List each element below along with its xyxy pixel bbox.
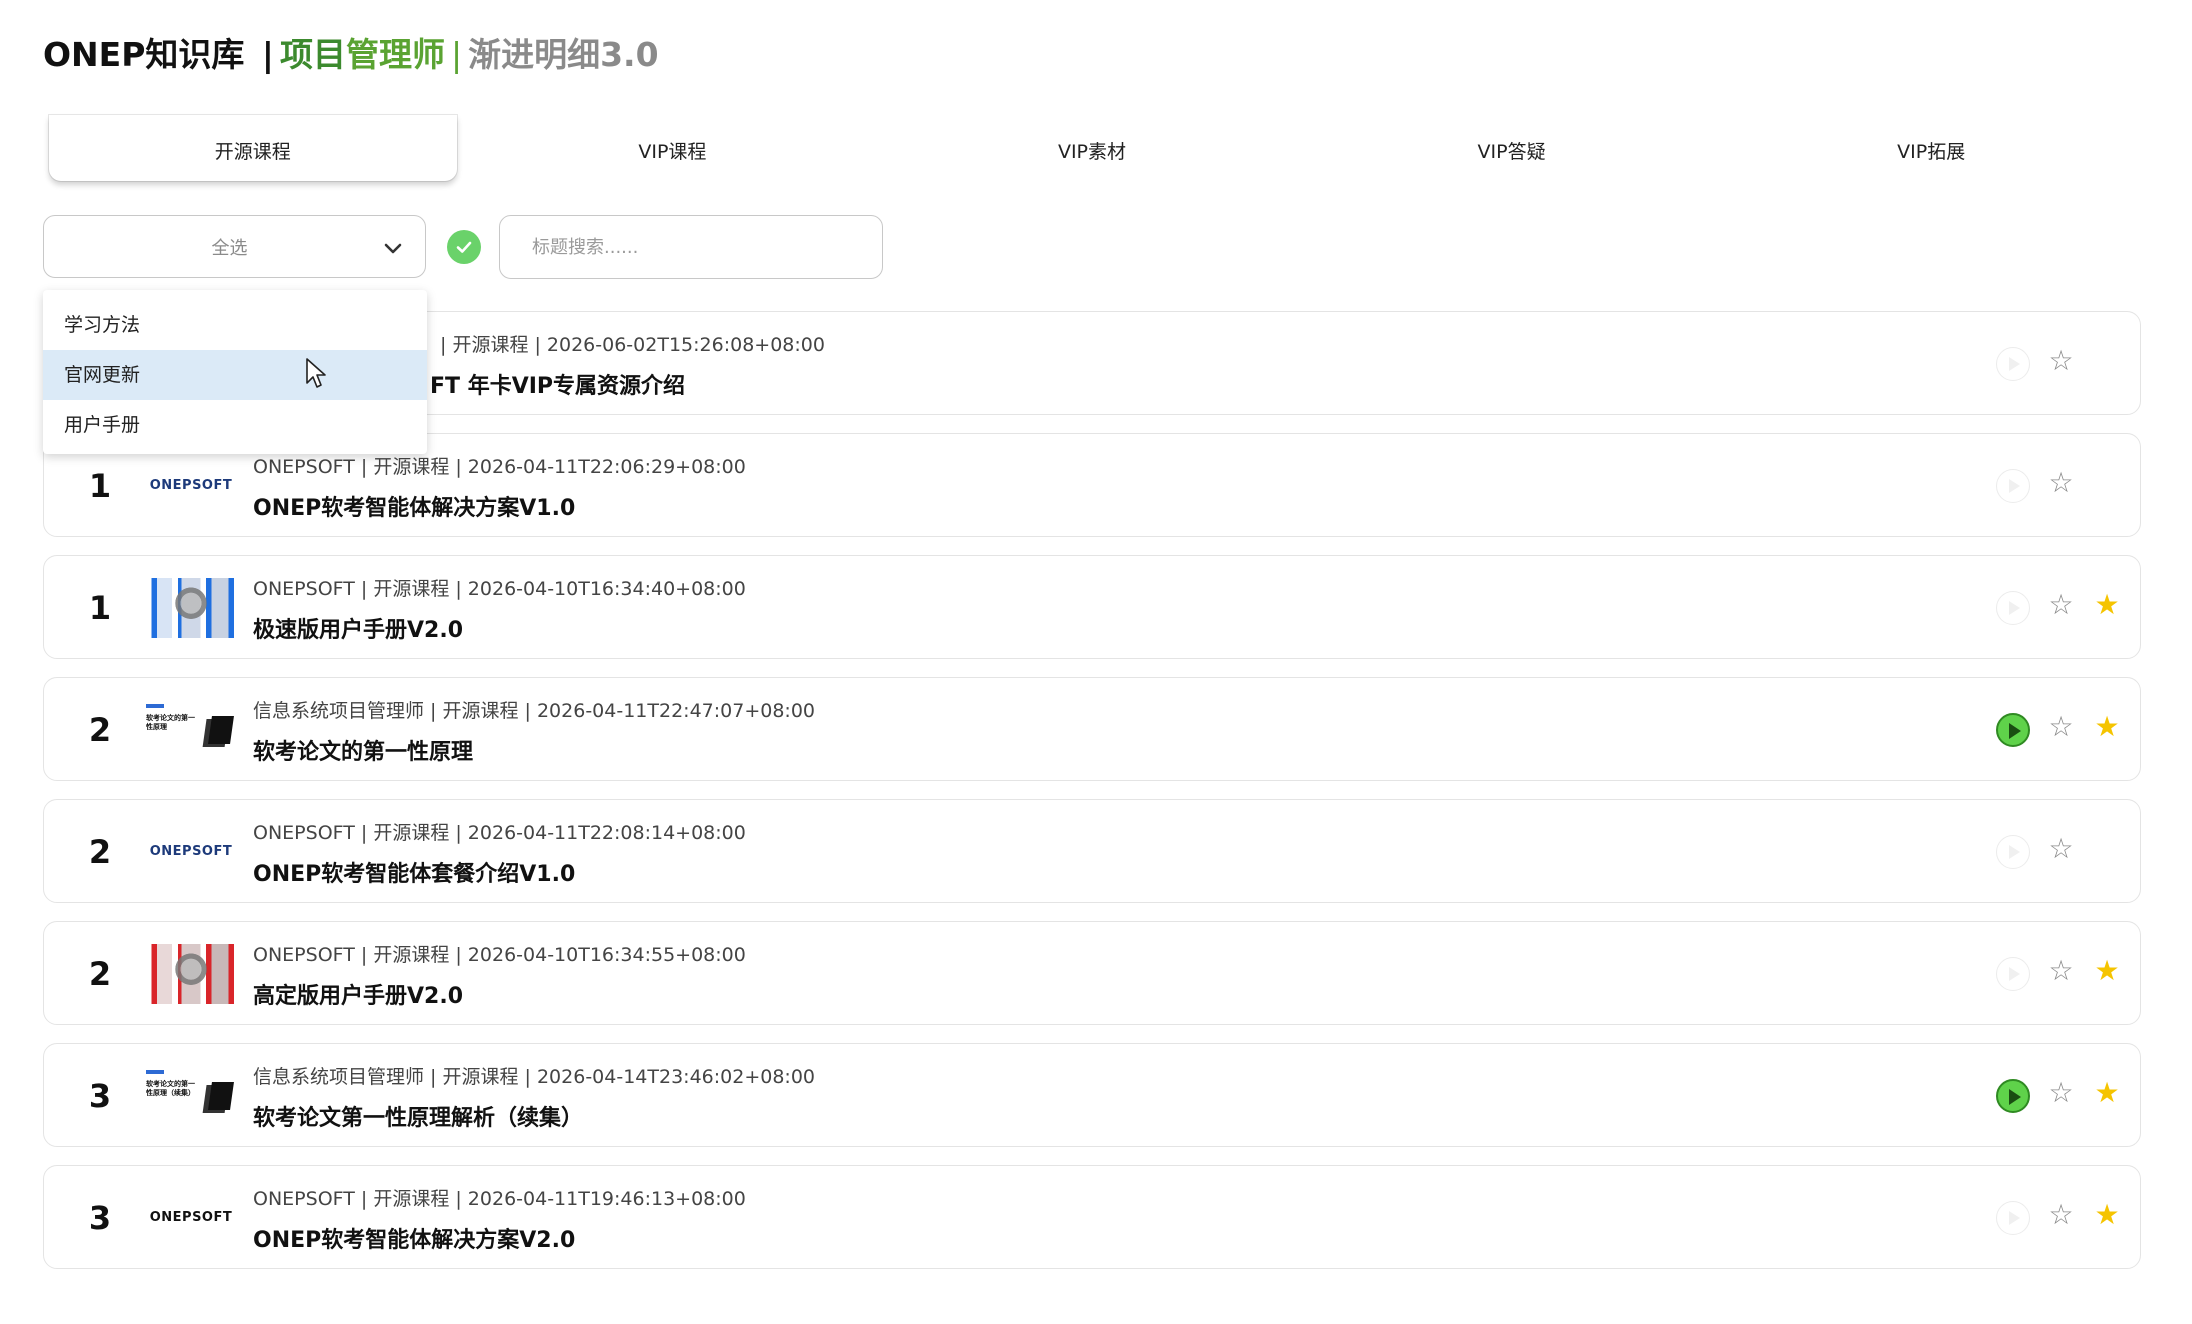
item-thumbnail: ONEPSOFT (144, 822, 238, 882)
tab-bar: 开源课程 VIP课程 VIP素材 VIP答疑 VIP拓展 (43, 115, 2141, 185)
play-icon[interactable] (1996, 469, 2030, 503)
item-thumbnail: 软考论文的第一性原理 (144, 700, 238, 760)
item-title[interactable]: ONEP软考智能体套餐介绍V1.0 (253, 856, 575, 888)
item-meta: 信息系统项目管理师 | 开源课程 | 2026-04-11T22:47:07+0… (253, 700, 815, 722)
item-title[interactable]: FT 年卡VIP专属资源介绍 (430, 368, 685, 400)
item-meta: ONEPSOFT | 开源课程 | 2026-04-11T22:06:29+08… (253, 456, 746, 478)
item-meta: 信息系统项目管理师 | 开源课程 | 2026-04-14T23:46:02+0… (253, 1066, 815, 1088)
play-icon[interactable] (1996, 347, 2030, 381)
star-outline-icon[interactable]: ☆ (2046, 956, 2076, 986)
item-rank: 2 (88, 833, 112, 871)
item-meta: | 开源课程 | 2026-06-02T15:26:08+08:00 (440, 334, 825, 356)
play-icon[interactable] (1996, 1201, 2030, 1235)
item-meta: ONEPSOFT | 开源课程 | 2026-04-10T16:34:55+08… (253, 944, 746, 966)
star-outline-icon[interactable]: ☆ (2046, 1078, 2076, 1108)
play-icon[interactable] (1996, 713, 2030, 747)
item-title[interactable]: 软考论文第一性原理解析（续集） (253, 1100, 583, 1132)
star-outline-icon[interactable]: ☆ (2046, 834, 2076, 864)
star-outline-icon[interactable]: ☆ (2046, 590, 2076, 620)
brand-name: ONEP知识库 (43, 35, 245, 74)
chevron-down-icon (384, 243, 402, 254)
tab-vip-courses[interactable]: VIP课程 (463, 115, 883, 185)
item-rank: 3 (88, 1077, 112, 1115)
tab-label: VIP素材 (1057, 140, 1127, 163)
play-icon[interactable] (1996, 835, 2030, 869)
star-outline-icon[interactable]: ☆ (2046, 1200, 2076, 1230)
item-thumbnail: ONEPSOFT (144, 456, 238, 516)
list-item[interactable]: 1 ONEPSOFT | 开源课程 | 2026-04-10T16:34:40+… (43, 555, 2141, 659)
tab-vip-extension[interactable]: VIP拓展 (1721, 115, 2141, 185)
item-meta: ONEPSOFT | 开源课程 | 2026-04-10T16:34:40+08… (253, 578, 746, 600)
confirm-check-icon[interactable] (447, 230, 481, 264)
role-part-1: 项目 (279, 35, 346, 74)
page-title: ONEP知识库 | 项目管理师 | 渐进明细3.0 (43, 30, 659, 80)
tab-label: VIP答疑 (1477, 140, 1546, 163)
star-filled-icon[interactable]: ★ (2092, 956, 2122, 986)
list-item[interactable]: 2 ONEPSOFT ONEPSOFT | 开源课程 | 2026-04-11T… (43, 799, 2141, 903)
role-part-2: 管理师 (345, 35, 445, 74)
star-outline-icon[interactable]: ☆ (2046, 712, 2076, 742)
play-icon[interactable] (1996, 957, 2030, 991)
mouse-cursor-icon (306, 358, 326, 388)
play-icon[interactable] (1996, 591, 2030, 625)
tab-label: VIP课程 (638, 140, 707, 163)
tab-label: 开源课程 (214, 140, 291, 163)
item-meta: ONEPSOFT | 开源课程 | 2026-04-11T22:08:14+08… (253, 822, 746, 844)
item-thumbnail: ONEPSOFT (144, 1188, 238, 1248)
list-item[interactable]: 3 软考论文的第一性原理（续集） 信息系统项目管理师 | 开源课程 | 2026… (43, 1043, 2141, 1147)
star-filled-icon[interactable]: ★ (2092, 712, 2122, 742)
title-search-input[interactable] (499, 215, 883, 279)
tab-vip-materials[interactable]: VIP素材 (882, 115, 1302, 185)
item-title[interactable]: 极速版用户手册V2.0 (253, 612, 463, 644)
item-rank: 1 (88, 589, 112, 627)
dropdown-option-site-updates[interactable]: 官网更新 (43, 350, 427, 400)
tab-open-courses[interactable]: 开源课程 (43, 115, 463, 185)
version-label: 渐进明细3.0 (468, 35, 659, 74)
dropdown-option-user-manual[interactable]: 用户手册 (43, 400, 427, 450)
star-filled-icon[interactable]: ★ (2092, 1078, 2122, 1108)
title-separator: | (261, 35, 274, 74)
item-title[interactable]: 高定版用户手册V2.0 (253, 978, 463, 1010)
play-icon[interactable] (1996, 1079, 2030, 1113)
list-item[interactable]: 2 软考论文的第一性原理 信息系统项目管理师 | 开源课程 | 2026-04-… (43, 677, 2141, 781)
category-select[interactable]: 全选 (43, 215, 426, 278)
item-thumbnail (144, 944, 238, 1004)
item-thumbnail (144, 578, 238, 638)
thumbnail-logo-text: ONEPSOFT (149, 844, 233, 859)
item-meta: ONEPSOFT | 开源课程 | 2026-04-11T19:46:13+08… (253, 1188, 746, 1210)
item-rank: 3 (88, 1199, 112, 1237)
category-dropdown-menu: 学习方法 官网更新 用户手册 (43, 290, 427, 454)
item-title[interactable]: 软考论文的第一性原理 (253, 734, 473, 766)
item-title[interactable]: ONEP软考智能体解决方案V1.0 (253, 490, 575, 522)
thumbnail-logo-text: ONEPSOFT (149, 478, 233, 493)
star-outline-icon[interactable]: ☆ (2046, 346, 2076, 376)
list-item[interactable]: 3 ONEPSOFT ONEPSOFT | 开源课程 | 2026-04-11T… (43, 1165, 2141, 1269)
tab-label: VIP拓展 (1897, 140, 1966, 163)
item-rank: 2 (88, 711, 112, 749)
thumbnail-text: 软考论文的第一性原理 (146, 714, 195, 731)
thumbnail-logo-text: ONEPSOFT (149, 1210, 233, 1225)
star-filled-icon[interactable]: ★ (2092, 1200, 2122, 1230)
title-separator-2: | (450, 35, 463, 74)
dropdown-option-study-method[interactable]: 学习方法 (43, 300, 427, 350)
item-rank: 2 (88, 955, 112, 993)
item-title[interactable]: ONEP软考智能体解决方案V2.0 (253, 1222, 575, 1254)
list-item[interactable]: 2 ONEPSOFT | 开源课程 | 2026-04-10T16:34:55+… (43, 921, 2141, 1025)
star-outline-icon[interactable]: ☆ (2046, 468, 2076, 498)
thumbnail-text: 软考论文的第一性原理（续集） (146, 1080, 195, 1097)
item-thumbnail: 软考论文的第一性原理（续集） (144, 1066, 238, 1126)
tab-vip-qa[interactable]: VIP答疑 (1302, 115, 1722, 185)
category-select-value: 全选 (211, 237, 248, 259)
star-filled-icon[interactable]: ★ (2092, 590, 2122, 620)
